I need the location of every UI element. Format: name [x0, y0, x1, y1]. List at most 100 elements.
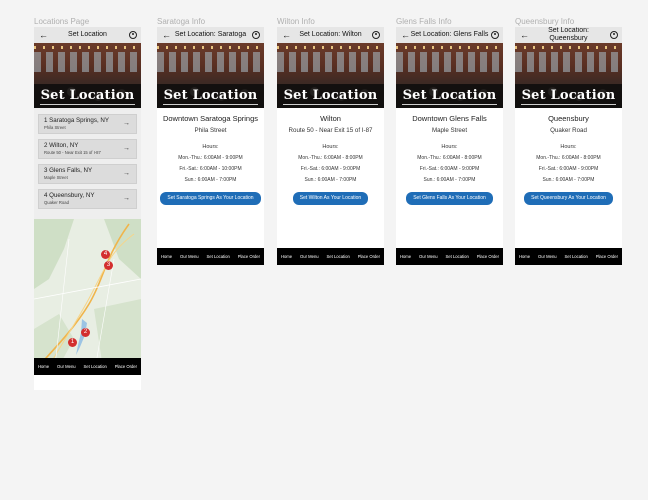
hero-title: Set Location: [40, 88, 135, 103]
top-bar: ← Set Location: Saratoga: [157, 27, 264, 43]
hours-row: Sun.: 6:00AM - 7:00PM: [542, 177, 595, 183]
back-arrow-icon[interactable]: ←: [520, 29, 529, 41]
string-lights-decor: [396, 46, 503, 49]
nav-place-order[interactable]: Place Order: [238, 254, 260, 259]
nav-our-menu[interactable]: Our Menu: [538, 254, 557, 259]
locations-map[interactable]: 1 2 3 4 Home Our Menu Set Location Place…: [34, 219, 141, 375]
hero-title: Set Location: [521, 88, 616, 103]
location-address: Route 50 - Near Exit 15 of I-87: [44, 150, 101, 155]
bottom-nav: Home Our Menu Set Location Place Order: [157, 248, 264, 265]
nav-home[interactable]: Home: [400, 254, 411, 259]
page-title: Set Location: Queensbury: [548, 27, 589, 42]
location-name: Downtown Saratoga Springs: [162, 114, 259, 123]
hours-row: Mon.-Thu.: 6:00AM - 8:00PM: [536, 155, 601, 161]
location-name: 4 Queensbury, NY: [44, 192, 95, 199]
location-address: Phila Street: [194, 127, 227, 134]
frame-label-queensbury: Queensbury Info: [515, 17, 575, 26]
glens-falls-info-frame: ← Set Location: Glens Falls Set Location…: [396, 27, 503, 265]
queensbury-info-frame: ← Set Location: Queensbury Set Location …: [515, 27, 622, 265]
windows-decor: [396, 52, 503, 72]
nav-home[interactable]: Home: [161, 254, 172, 259]
nav-home[interactable]: Home: [281, 254, 292, 259]
location-list: 1 Saratoga Springs, NY Phila Street → 2 …: [34, 108, 141, 219]
user-account-icon[interactable]: [129, 31, 137, 39]
hero-banner: Set Location: [157, 43, 264, 108]
nav-set-location[interactable]: Set Location: [207, 254, 230, 259]
location-item-glens-falls[interactable]: 3 Glens Falls, NY Maple Street →: [38, 164, 137, 184]
set-location-button[interactable]: Set Saratoga Springs As Your Location: [160, 192, 261, 205]
map-pin-icon[interactable]: 2: [81, 328, 90, 337]
location-name: Queensbury: [548, 114, 589, 123]
chevron-right-icon: →: [123, 170, 130, 177]
nav-home[interactable]: Home: [519, 254, 530, 259]
nav-place-order[interactable]: Place Order: [596, 254, 618, 259]
map-pin-icon[interactable]: 4: [101, 250, 110, 259]
back-arrow-icon[interactable]: ←: [162, 29, 171, 41]
hero-title: Set Location: [283, 88, 378, 103]
windows-decor: [515, 52, 622, 72]
back-arrow-icon[interactable]: ←: [282, 29, 291, 41]
hero-banner: Set Location: [277, 43, 384, 108]
nav-our-menu[interactable]: Our Menu: [300, 254, 319, 259]
top-bar: ← Set Location: [34, 27, 141, 43]
location-address: Quaker Road: [550, 127, 587, 134]
nav-set-location[interactable]: Set Location: [327, 254, 350, 259]
hours-row: Mon.-Thu.: 6:00AM - 8:00PM: [298, 155, 363, 161]
nav-our-menu[interactable]: Our Menu: [419, 254, 438, 259]
frame-label-locations: Locations Page: [34, 17, 90, 26]
user-account-icon[interactable]: [491, 31, 499, 39]
location-address: Maple Street: [431, 127, 468, 134]
windows-decor: [277, 52, 384, 72]
nav-our-menu[interactable]: Our Menu: [180, 254, 199, 259]
hours-heading: Hours:: [202, 144, 219, 150]
page-title: Set Location: Wilton: [299, 31, 362, 38]
nav-set-location[interactable]: Set Location: [565, 254, 588, 259]
set-location-button[interactable]: Set Queensbury As Your Location: [524, 192, 613, 205]
location-detail: Downtown Saratoga Springs Phila Street H…: [157, 108, 264, 205]
location-detail: Queensbury Quaker Road Hours: Mon.-Thu.:…: [515, 108, 622, 205]
nav-our-menu[interactable]: Our Menu: [57, 364, 76, 369]
map-pin-icon[interactable]: 1: [68, 338, 77, 347]
user-account-icon[interactable]: [372, 31, 380, 39]
hero-underline: [40, 104, 135, 105]
hero-underline: [283, 104, 378, 105]
hero-banner: Set Location: [515, 43, 622, 108]
hero-banner: Set Location: [396, 43, 503, 108]
map-pin-icon[interactable]: 3: [104, 261, 113, 270]
nav-place-order[interactable]: Place Order: [477, 254, 499, 259]
back-arrow-icon[interactable]: ←: [401, 29, 410, 41]
location-name: 2 Wilton, NY: [44, 142, 79, 149]
nav-set-location[interactable]: Set Location: [84, 364, 107, 369]
back-arrow-icon[interactable]: ←: [39, 29, 48, 41]
user-account-icon[interactable]: [252, 31, 260, 39]
hero-underline: [163, 104, 258, 105]
chevron-right-icon: →: [123, 145, 130, 152]
location-name: Downtown Glens Falls: [412, 114, 487, 123]
hours-row: Sun.: 6:00AM - 7:00PM: [184, 177, 237, 183]
hours-heading: Hours:: [560, 144, 577, 150]
set-location-button[interactable]: Set Wilton As Your Location: [292, 192, 369, 205]
location-item-queensbury[interactable]: 4 Queensbury, NY Quaker Road →: [38, 189, 137, 209]
top-bar: ← Set Location: Wilton: [277, 27, 384, 43]
location-item-saratoga[interactable]: 1 Saratoga Springs, NY Phila Street →: [38, 114, 137, 134]
set-location-button[interactable]: Set Glens Falls As Your Location: [406, 192, 493, 205]
frame-label-wilton: Wilton Info: [277, 17, 315, 26]
saratoga-info-frame: ← Set Location: Saratoga Set Location Do…: [157, 27, 264, 265]
nav-place-order[interactable]: Place Order: [358, 254, 380, 259]
location-detail: Downtown Glens Falls Maple Street Hours:…: [396, 108, 503, 205]
top-bar: ← Set Location: Glens Falls: [396, 27, 503, 43]
nav-home[interactable]: Home: [38, 364, 49, 369]
bottom-nav: Home Our Menu Set Location Place Order: [515, 248, 622, 265]
string-lights-decor: [157, 46, 264, 49]
frame-label-glens-falls: Glens Falls Info: [396, 17, 452, 26]
nav-set-location[interactable]: Set Location: [446, 254, 469, 259]
nav-place-order[interactable]: Place Order: [115, 364, 137, 369]
hours-row: Sun.: 6:00AM - 7:00PM: [304, 177, 357, 183]
wilton-info-frame: ← Set Location: Wilton Set Location Wilt…: [277, 27, 384, 265]
location-item-wilton[interactable]: 2 Wilton, NY Route 50 - Near Exit 15 of …: [38, 139, 137, 159]
string-lights-decor: [277, 46, 384, 49]
hero-title: Set Location: [402, 88, 497, 103]
string-lights-decor: [34, 46, 141, 49]
location-name: 1 Saratoga Springs, NY: [44, 117, 110, 124]
user-account-icon[interactable]: [610, 31, 618, 39]
